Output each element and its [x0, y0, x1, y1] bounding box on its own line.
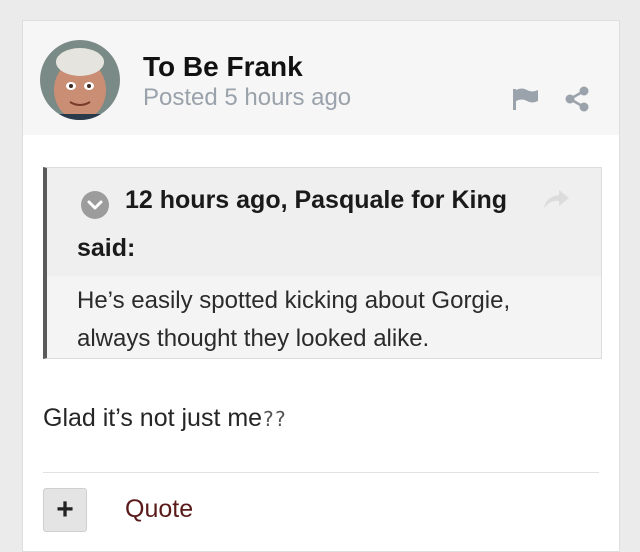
avatar-image	[40, 40, 120, 120]
post-header: To Be Frank Posted 5 hours ago	[23, 21, 619, 135]
quote-citation-said: said:	[77, 234, 136, 262]
post-timestamp[interactable]: Posted 5 hours ago	[143, 84, 351, 112]
post-card: To Be Frank Posted 5 hours ago 12 hours …	[22, 20, 620, 552]
reply-arrow-icon[interactable]	[541, 188, 571, 212]
quote-citation: 12 hours ago, Pasquale for King said:	[47, 168, 601, 276]
plus-button-label: +	[56, 493, 74, 526]
post-content: Glad it’s not just me??	[43, 404, 286, 433]
quote-button[interactable]: Quote	[125, 495, 193, 524]
share-icon[interactable]	[564, 86, 590, 112]
divider	[43, 472, 599, 473]
quote-block: 12 hours ago, Pasquale for King said: He…	[43, 167, 602, 359]
reaction-plus-button[interactable]: +	[43, 488, 87, 532]
avatar[interactable]	[40, 40, 120, 120]
chevron-down-icon[interactable]	[81, 191, 109, 219]
quote-body: He’s easily spotted kicking about Gorgie…	[77, 287, 511, 352]
quote-citation-text[interactable]: 12 hours ago, Pasquale for King	[125, 186, 507, 215]
post-content-text: Glad it’s not just me	[43, 404, 263, 432]
post-content-glyphs: ??	[262, 407, 287, 431]
author-name[interactable]: To Be Frank	[143, 51, 303, 83]
flag-icon[interactable]	[512, 87, 540, 111]
